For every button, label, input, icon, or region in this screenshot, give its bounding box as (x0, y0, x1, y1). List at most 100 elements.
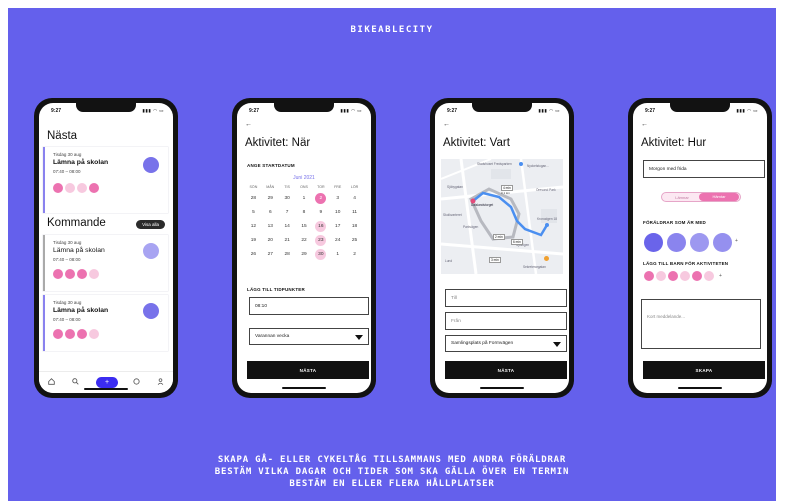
calendar-day[interactable]: 29 (262, 193, 279, 204)
participant-dot (53, 269, 63, 279)
child-dot[interactable] (680, 271, 690, 281)
card-time: 07:40 – 08:00 (53, 169, 81, 174)
mode-toggle[interactable]: Lämnar Hämtar (661, 192, 741, 202)
calendar-month: Juni 2021 (293, 175, 315, 181)
activity-card[interactable]: Tisdag 30 aug Lämna på skolan 07:40 – 08… (43, 295, 168, 351)
time-input[interactable]: 08:10 (249, 297, 369, 315)
add-child-icon[interactable]: + (719, 273, 722, 279)
profile-icon[interactable] (157, 378, 164, 385)
participant-dot (89, 269, 99, 279)
child-dot[interactable] (668, 271, 678, 281)
calendar-day[interactable]: 30 (279, 193, 296, 204)
calendar-day[interactable]: 1 (296, 193, 313, 204)
child-dot[interactable] (692, 271, 702, 281)
calendar-day[interactable]: 12 (245, 221, 262, 232)
calendar-day[interactable]: 15 (296, 221, 313, 232)
participant-dot (53, 183, 63, 193)
activity-name-input[interactable]: Morgon med frida (643, 160, 765, 178)
search-icon[interactable] (72, 378, 79, 385)
calendar-day[interactable]: 2 (346, 249, 363, 260)
calendar-day[interactable]: 17 (329, 221, 346, 232)
back-arrow-icon[interactable]: ← (641, 121, 648, 128)
card-date: Tisdag 30 aug (53, 152, 82, 157)
calendar-day[interactable]: 14 (279, 221, 296, 232)
calendar-day[interactable]: 25 (346, 235, 363, 246)
children-label: LÄGG TILL BARN FÖR AKTIVITETEN (643, 261, 729, 266)
participant-dot (65, 329, 75, 339)
participant-dot (77, 269, 87, 279)
add-parent-icon[interactable]: + (735, 238, 738, 244)
overview-screen: 9:27 ▮▮▮ ◠ ▭ Nästa Tisdag 30 aug Lämna p… (39, 103, 173, 393)
calendar-day-highlighted[interactable]: 30 (315, 249, 327, 260)
route-map[interactable]: Stadshuset Fredsparken Nyckelstugan... Ö… (441, 159, 563, 274)
calendar-day[interactable]: 21 (279, 235, 296, 246)
repeat-select[interactable]: Varannan vecka (249, 328, 369, 345)
next-button[interactable]: NÄSTA (445, 361, 567, 379)
next-button[interactable]: NÄSTA (247, 361, 369, 379)
calendar-day[interactable]: 27 (262, 249, 279, 260)
calendar-day[interactable]: 28 (279, 249, 296, 260)
calendar-day[interactable]: 9 (312, 207, 329, 218)
caption-line: BESTÄM EN ELLER FLERA HÅLLPLATSER (289, 479, 495, 489)
toggle-pick-up[interactable]: Hämtar (699, 193, 739, 201)
home-indicator (282, 387, 326, 389)
message-input[interactable]: Kort meddelande... (641, 299, 761, 349)
calendar-day[interactable]: 18 (346, 221, 363, 232)
route-time-badge: 2 min (493, 234, 505, 240)
avatar (143, 303, 159, 319)
weekday-label: TOR (317, 184, 325, 189)
show-all-button[interactable]: Visa alla (136, 220, 165, 229)
route-time-badge: 6 min (511, 239, 523, 245)
calendar-day[interactable]: 3 (329, 193, 346, 204)
child-dot[interactable] (704, 271, 714, 281)
calendar-day[interactable]: 24 (329, 235, 346, 246)
toggle-drop-off[interactable]: Lämnar (664, 194, 700, 202)
calendar-day[interactable]: 11 (346, 207, 363, 218)
calendar-day[interactable]: 19 (245, 235, 262, 246)
parent-avatar[interactable] (713, 233, 732, 252)
calendar-day[interactable]: 10 (329, 207, 346, 218)
activity-card[interactable]: Tisdag 30 aug Lämna på skolan 07:40 – 08… (43, 235, 168, 291)
upcoming-heading: Kommande (47, 217, 106, 229)
parent-avatar[interactable] (644, 233, 663, 252)
calendar-day[interactable]: 1 (329, 249, 346, 260)
phone-when: 9:27 ▮▮▮ ◠ ▭ ← Aktivitet: När ANGE START… (232, 98, 376, 398)
activity-card[interactable]: Tisdag 30 aug Lämna på skolan 07:40 – 08… (43, 147, 168, 213)
add-activity-button[interactable]: + (96, 377, 118, 388)
parent-avatar[interactable] (690, 233, 709, 252)
calendar-day[interactable]: 4 (346, 193, 363, 204)
map-label: Lund (445, 259, 453, 263)
back-arrow-icon[interactable]: ← (443, 121, 450, 128)
map-label: Nyckelstugan... (527, 164, 549, 168)
route-time-badge: 3 min (489, 257, 501, 263)
calendar-day[interactable]: 7 (279, 207, 296, 218)
back-arrow-icon[interactable]: ← (245, 121, 252, 128)
home-icon[interactable] (48, 378, 55, 385)
calendar-day[interactable]: 28 (245, 193, 262, 204)
chat-icon[interactable] (133, 378, 140, 385)
calendar-day[interactable]: 8 (296, 207, 313, 218)
calendar-day-highlighted[interactable]: 23 (315, 235, 327, 246)
to-input[interactable]: Till (445, 289, 567, 307)
calendar-day[interactable]: 5 (245, 207, 262, 218)
calendar-day[interactable]: 13 (262, 221, 279, 232)
calendar-day[interactable]: 26 (245, 249, 262, 260)
calendar-day-selected[interactable]: 2 (315, 193, 327, 204)
card-date: Tisdag 30 aug (53, 300, 82, 305)
child-dot[interactable] (656, 271, 666, 281)
meeting-point-select[interactable]: Samlingsplats på Formvägen (445, 335, 567, 352)
create-button[interactable]: SKAPA (643, 361, 765, 379)
calendar-day[interactable]: 20 (262, 235, 279, 246)
status-time: 9:27 (447, 108, 458, 114)
map-label: Sjöbygatan (447, 185, 463, 189)
parent-avatar[interactable] (667, 233, 686, 252)
calendar-day[interactable]: 22 (296, 235, 313, 246)
child-dot[interactable] (644, 271, 654, 281)
calendar-day[interactable]: 6 (262, 207, 279, 218)
notch (76, 103, 136, 112)
calendar-day-highlighted[interactable]: 16 (315, 221, 327, 232)
tab-bar: + (39, 371, 173, 393)
from-input[interactable]: Från (445, 312, 567, 330)
map-label: Stadshuset Fredsparken (477, 162, 512, 166)
calendar-day[interactable]: 29 (296, 249, 313, 260)
